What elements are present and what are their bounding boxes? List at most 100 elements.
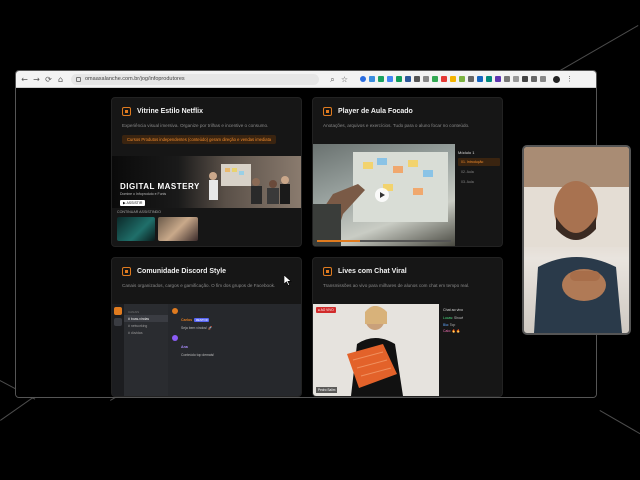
- extension-icon[interactable]: [486, 76, 492, 82]
- channel-list: CANAIS # boas-vindas # networking # dúvi…: [124, 304, 168, 396]
- zoom-icon[interactable]: ⌕: [328, 75, 337, 84]
- live-chat-message: Lucas: Show!: [443, 316, 464, 320]
- channel-item[interactable]: # boas-vindas: [124, 315, 168, 322]
- continue-watching-label: CONTINUAR ASSISTINDO: [117, 210, 161, 214]
- extension-icon[interactable]: [504, 76, 510, 82]
- chat-author: Lucas: [443, 316, 453, 320]
- chat-message: Ana Conteúdo top demais!: [172, 335, 214, 357]
- profile-avatar[interactable]: [553, 75, 560, 83]
- background-line: [599, 410, 640, 441]
- watch-button[interactable]: ▶ ASSISTIR: [120, 200, 146, 206]
- live-chat-title: Chat ao vivo: [443, 308, 463, 312]
- extension-icon[interactable]: [369, 76, 375, 82]
- home-button[interactable]: ⌂: [56, 75, 65, 84]
- avatar: [172, 308, 178, 314]
- tv-icon: [122, 107, 131, 116]
- hero-banner[interactable]: DIGITAL MASTERY Domine o Infoproduto e F…: [112, 156, 301, 208]
- live-stream-frame: [347, 306, 403, 396]
- message-author: Ana: [181, 345, 188, 349]
- card-title: Vitrine Estilo Netflix: [137, 108, 203, 115]
- live-chat-message: Bia: Top: [443, 322, 456, 327]
- extension-icon[interactable]: [441, 76, 447, 82]
- hero-title: DIGITAL MASTERY: [120, 182, 200, 191]
- extension-icon[interactable]: [432, 76, 438, 82]
- card-title: Lives com Chat Viral: [338, 268, 407, 275]
- extension-icon[interactable]: [387, 76, 393, 82]
- chat-author: Caio: [443, 329, 450, 333]
- forward-button[interactable]: →: [32, 75, 41, 84]
- menu-icon[interactable]: ⋮: [566, 75, 573, 83]
- extension-icon[interactable]: [414, 76, 420, 82]
- extension-icon[interactable]: [423, 76, 429, 82]
- channel-item[interactable]: # dúvidas: [124, 329, 168, 336]
- live-badge: ● AO VIVO: [316, 307, 336, 313]
- highlight-badge: Cursos Produtos independentes (conteúdo)…: [122, 135, 277, 144]
- message-text: Seja bem vindos! 🚀: [181, 326, 213, 330]
- module-item[interactable]: 03. Aula: [458, 178, 500, 186]
- mouse-cursor-icon: [284, 275, 292, 286]
- extension-icon[interactable]: [396, 76, 402, 82]
- chat-text: Top: [449, 322, 456, 327]
- extension-icon[interactable]: [495, 76, 501, 82]
- live-chat-panel: Chat ao vivo Lucas: Show! Bia: Top Caio:…: [443, 308, 463, 336]
- chat-text: 🔥🔥: [451, 329, 461, 333]
- server-icon[interactable]: [114, 318, 122, 326]
- monitor-icon: [323, 107, 332, 116]
- video-progress-fill: [317, 240, 360, 242]
- extension-icon[interactable]: [477, 76, 483, 82]
- host-name: Pedro Salim: [316, 387, 338, 393]
- bookmark-star-icon[interactable]: ☆: [340, 75, 349, 84]
- reload-button[interactable]: ⟳: [44, 75, 53, 84]
- back-button[interactable]: ←: [20, 75, 29, 84]
- server-icon[interactable]: [114, 307, 122, 315]
- video-camera-icon: [323, 267, 332, 276]
- chat-author: Bia: [443, 322, 448, 327]
- address-bar[interactable]: omaaxalanche.com.br/jog/infoprodutores: [71, 73, 319, 85]
- extension-icon[interactable]: [378, 76, 384, 82]
- card-description: Anotações, arquivos e exercícios. Tudo p…: [323, 123, 470, 128]
- live-stream-video[interactable]: ● AO VIVO Pedro Salim: [313, 304, 439, 396]
- chat-icon: [122, 267, 131, 276]
- download-icon[interactable]: [531, 76, 537, 82]
- module-item[interactable]: 02. Aula: [458, 168, 500, 176]
- play-button[interactable]: [375, 188, 389, 202]
- extension-icon[interactable]: [405, 76, 411, 82]
- card-description: Canais organizados, cargos e gamificação…: [122, 283, 276, 288]
- live-chat-message: Caio: 🔥🔥: [443, 329, 461, 333]
- avatar: [172, 335, 178, 341]
- module-title: Módulo 1: [458, 150, 475, 155]
- thumbnail[interactable]: [158, 217, 198, 241]
- browser-toolbar: ← → ⟳ ⌂ omaaxalanche.com.br/jog/infoprod…: [16, 71, 596, 88]
- module-list: Módulo 1 01. Introdução 02. Aula 03. Aul…: [458, 150, 500, 188]
- card-focused-player: Player de Aula Focado Anotações, arquivo…: [312, 97, 503, 247]
- video-progress-bar[interactable]: [317, 240, 451, 242]
- extension-icon[interactable]: [459, 76, 465, 82]
- module-item[interactable]: 01. Introdução: [458, 158, 500, 166]
- extension-icon[interactable]: [522, 76, 528, 82]
- channel-item[interactable]: # networking: [124, 322, 168, 329]
- background-line: [560, 25, 639, 71]
- hero-subtitle: Domine o Infoproduto e Funis: [120, 192, 167, 196]
- extension-icon[interactable]: [540, 76, 546, 82]
- extensions-bar: [360, 76, 546, 82]
- page-viewport: Vitrine Estilo Netflix Experiência visua…: [16, 88, 596, 397]
- card-netflix-showcase: Vitrine Estilo Netflix Experiência visua…: [111, 97, 302, 247]
- site-info-icon[interactable]: [76, 76, 81, 82]
- card-live-chat: Lives com Chat Viral Transmissões ao viv…: [312, 257, 503, 397]
- channels-label: CANAIS: [128, 309, 140, 314]
- browser-window: ← → ⟳ ⌂ omaaxalanche.com.br/jog/infoprod…: [15, 70, 597, 398]
- card-description: Experiência visual imersiva. Organize po…: [122, 123, 269, 128]
- extension-icon[interactable]: [360, 76, 366, 82]
- card-description: Transmissões ao vivo para milhares de al…: [323, 283, 470, 288]
- extension-icon[interactable]: [468, 76, 474, 82]
- message-text: Conteúdo top demais!: [181, 353, 215, 357]
- presenter-webcam: [522, 145, 631, 335]
- lesson-video[interactable]: [313, 144, 455, 246]
- presenter-image: [524, 147, 629, 333]
- thumbnail[interactable]: [117, 217, 155, 241]
- extension-icon[interactable]: [513, 76, 519, 82]
- extension-icon[interactable]: [450, 76, 456, 82]
- message-author: Carlos: [181, 318, 193, 322]
- url-text: omaaxalanche.com.br/jog/infoprodutores: [85, 76, 185, 82]
- server-rail: [112, 304, 124, 396]
